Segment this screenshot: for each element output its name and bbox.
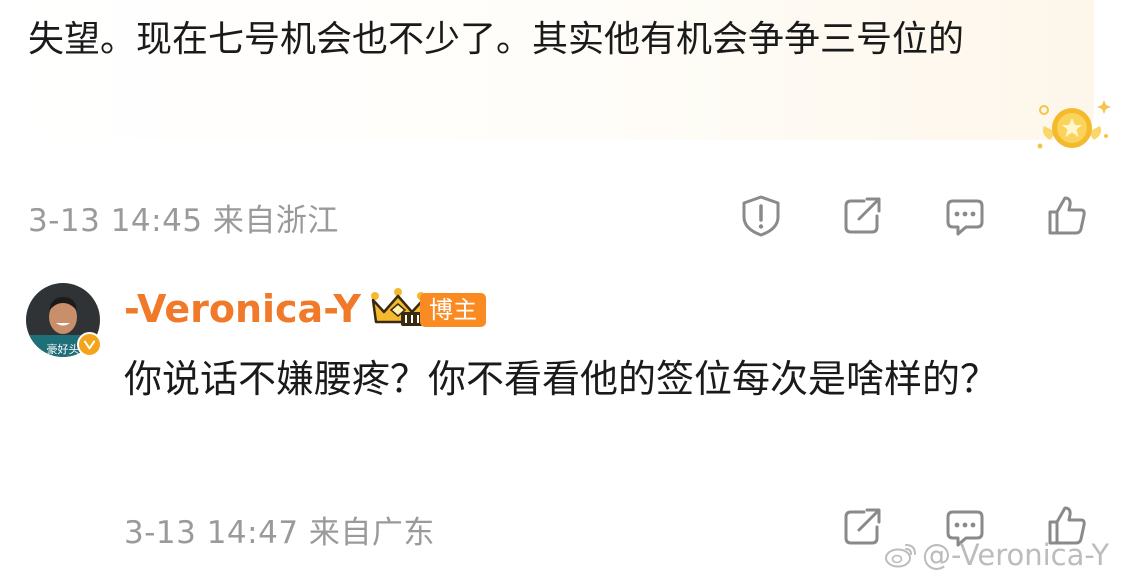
avatar-caption: 豪好头	[47, 342, 80, 356]
share-icon[interactable]	[842, 507, 884, 547]
verified-badge-icon	[77, 332, 102, 357]
previous-comment-text: 失望。现在七号机会也不少了。其实他有机会争争三号位的	[28, 19, 965, 60]
weibo-logo-icon	[885, 544, 916, 568]
blogger-badge: 博主	[420, 293, 486, 327]
like-icon[interactable]	[1046, 195, 1088, 237]
watermark-text: @-Veronica-Y	[922, 538, 1110, 572]
reply-text: 你说话不嫌腰疼？你不看看他的签位每次是啥样的？	[124, 357, 999, 401]
report-icon[interactable]	[740, 195, 782, 237]
share-icon[interactable]	[842, 196, 884, 236]
star-medal-icon	[1037, 100, 1111, 149]
previous-comment-meta: 3-13 14:45 来自浙江	[28, 203, 339, 239]
reply-meta: 3-13 14:47 来自广东	[124, 515, 435, 551]
weibo-watermark: @-Veronica-Y	[884, 538, 1109, 572]
crown-level-icon	[371, 288, 425, 326]
comment-icon[interactable]	[944, 197, 986, 237]
username[interactable]: -Veronica-Y	[124, 283, 361, 335]
